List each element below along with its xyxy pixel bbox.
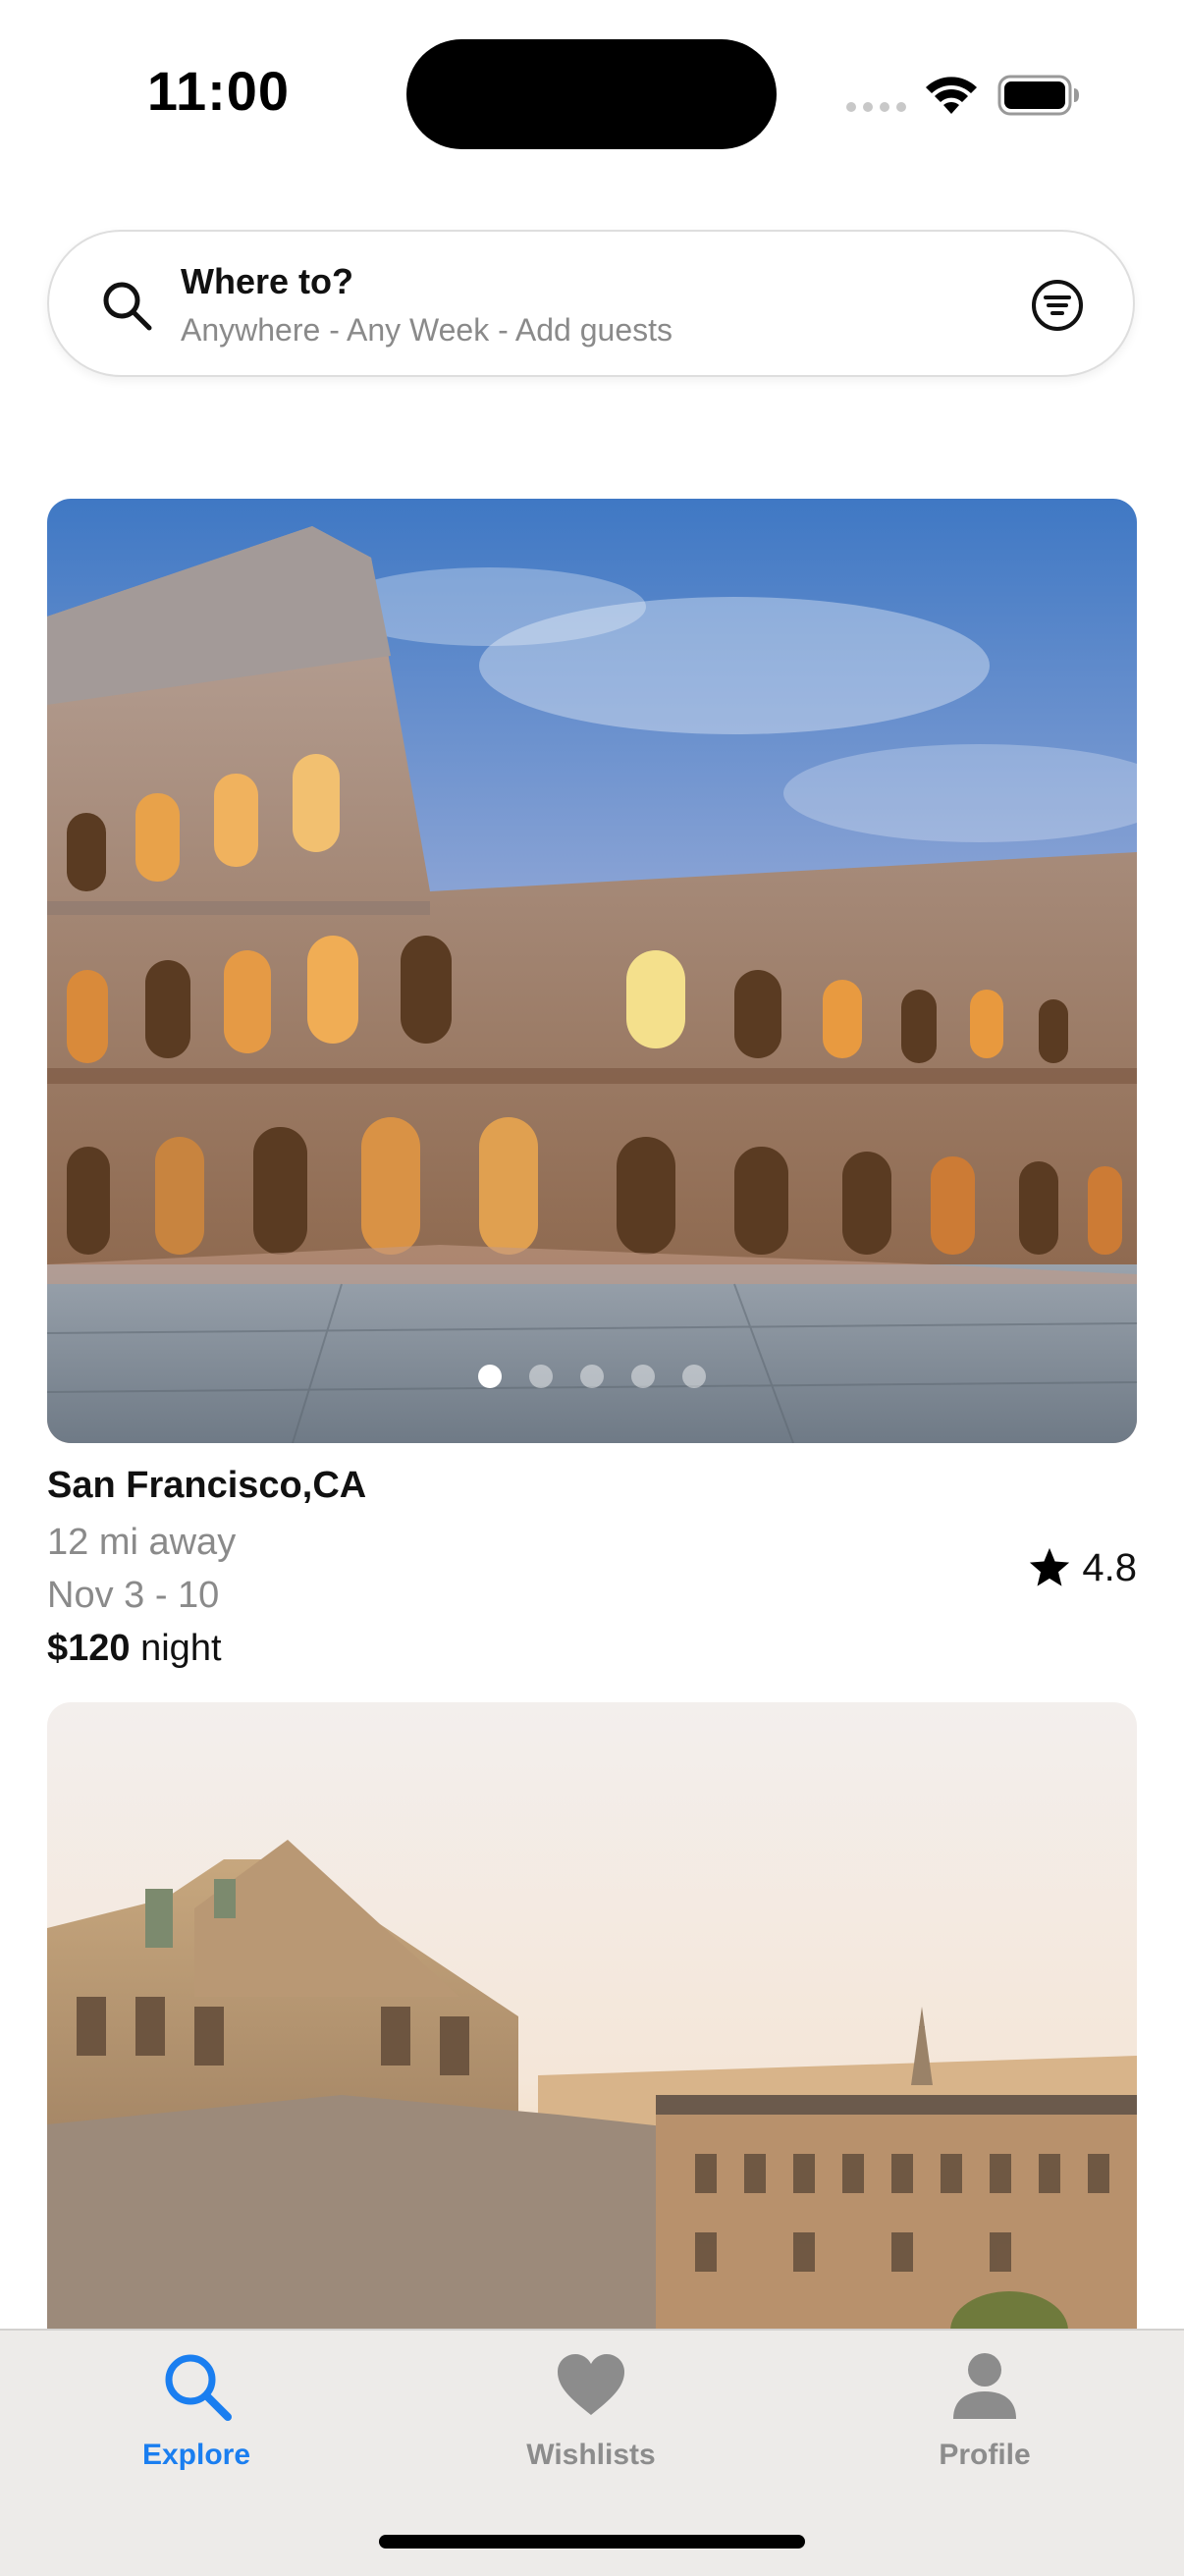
pager-dot[interactable] (682, 1365, 706, 1388)
dynamic-island (406, 39, 777, 149)
tab-label: Wishlists (526, 2439, 656, 2471)
listing-details[interactable]: San Francisco,CA 12 mi away Nov 3 - 10 $… (47, 1461, 1137, 1687)
price-unit: night (140, 1628, 222, 1669)
tab-profile[interactable]: Profile (877, 2348, 1093, 2496)
search-bar[interactable]: Where to? Anywhere - Any Week - Add gues… (47, 230, 1135, 377)
search-icon (165, 2354, 232, 2421)
cellular-signal-icon (846, 100, 907, 114)
listing-distance: 12 mi away (47, 1522, 237, 1563)
paris-rooftops-photo (47, 1702, 1137, 2331)
listing-image-carousel[interactable] (47, 1702, 1137, 2331)
status-time: 11:00 (146, 60, 291, 122)
status-bar: 11:00 (0, 0, 1184, 187)
search-title: Where to? (181, 261, 353, 301)
listing-rating: 4.8 (1027, 1545, 1137, 1590)
heart-icon (558, 2354, 624, 2415)
tab-explore[interactable]: Explore (88, 2348, 304, 2496)
search-icon (103, 282, 152, 331)
listing-dates: Nov 3 - 10 (47, 1575, 220, 1616)
battery-icon (997, 75, 1079, 116)
colosseum-photo (47, 499, 1137, 1443)
pager-dot[interactable] (580, 1365, 604, 1388)
pager-dot[interactable] (631, 1365, 655, 1388)
star-icon (1030, 1547, 1070, 1586)
price-amount: $120 (47, 1628, 131, 1669)
tab-wishlists[interactable]: Wishlists (483, 2348, 699, 2496)
pager-dot[interactable] (478, 1365, 502, 1388)
filter-icon[interactable] (1031, 279, 1084, 332)
listing-price: $120 night (47, 1628, 222, 1670)
tab-label: Profile (939, 2439, 1031, 2471)
tab-label: Explore (141, 2439, 251, 2471)
listing-city: San Francisco,CA (47, 1465, 367, 1506)
listing-image-carousel[interactable] (47, 499, 1137, 1443)
rating-value: 4.8 (1082, 1545, 1137, 1589)
person-icon (953, 2353, 1016, 2419)
image-pager[interactable] (47, 1365, 1137, 1388)
pager-dot[interactable] (529, 1365, 553, 1388)
search-subtitle: Anywhere - Any Week - Add guests (181, 312, 673, 348)
wifi-icon (926, 77, 977, 114)
home-indicator[interactable] (379, 2535, 805, 2549)
